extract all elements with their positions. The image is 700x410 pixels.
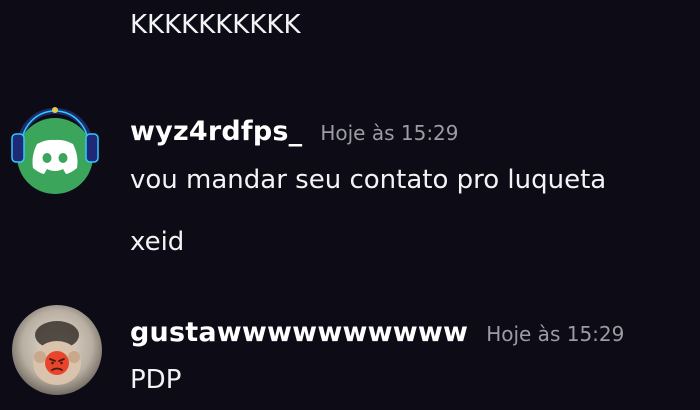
message-timestamp: Hoje às 15:29 (486, 322, 625, 346)
message-header: wyz4rdfps_ Hoje às 15:29 (130, 116, 459, 147)
message-text: xeid (130, 227, 185, 257)
message-text-previous: KKKKKKKKKK (130, 10, 301, 40)
user-avatar-gustawwwwwwwwww[interactable] (12, 305, 102, 395)
discord-logo-icon (11, 107, 99, 194)
profile-photo-avatar (12, 305, 102, 395)
message-timestamp: Hoje às 15:29 (320, 121, 459, 145)
message-text: vou mandar seu contato pro luqueta (130, 165, 607, 195)
message-text: PDP (130, 365, 182, 395)
username-wyz4rdfps[interactable]: wyz4rdfps_ (130, 116, 302, 147)
chat-message-list: KKKKKKKKKK wyz4rdfps_ Hoje às 15:29 vou … (0, 0, 700, 410)
username-gustawwwwwwwwww[interactable]: gustawwwwwwwwww (130, 317, 468, 348)
user-avatar-wyz4rdfps[interactable] (10, 104, 100, 194)
message-header: gustawwwwwwwwww Hoje às 15:29 (130, 317, 624, 348)
